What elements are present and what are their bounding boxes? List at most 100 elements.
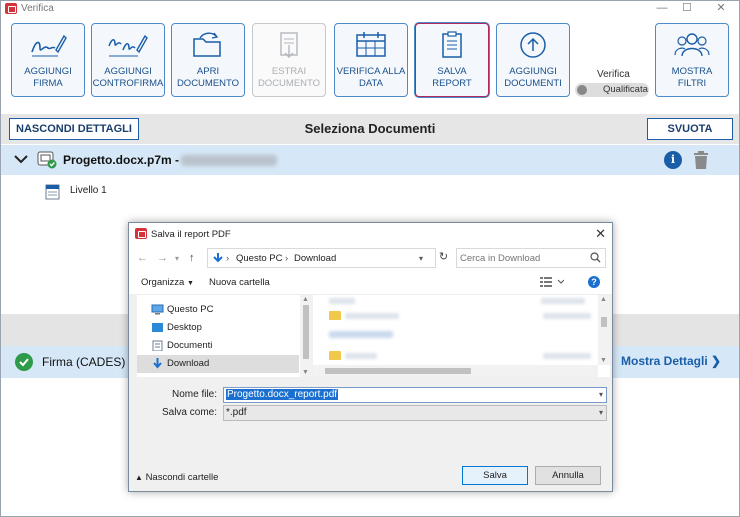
open-document-label-1: APRI — [196, 66, 220, 77]
report-icon — [442, 31, 462, 58]
download-icon — [153, 358, 162, 369]
breadcrumb-this-pc[interactable]: Questo PC — [236, 253, 282, 264]
extract-document-label-1: ESTRAI — [271, 66, 307, 77]
add-signature-button[interactable]: AGGIUNGI FIRMA — [11, 23, 85, 97]
tree-item-documents[interactable]: Documenti — [137, 337, 299, 355]
blurred-group-header — [329, 331, 393, 338]
dialog-close-button[interactable]: ✕ — [595, 226, 606, 242]
folder-icon — [329, 351, 341, 360]
dialog-title-bar: Salva il report PDF ✕ — [129, 223, 612, 245]
up-arrow-icon[interactable]: ↑ — [189, 252, 195, 264]
verify-at-date-button[interactable]: VERIFICA ALLA DATA — [334, 23, 408, 97]
file-name-combo[interactable]: Progetto.docx_report.pdf ▾ — [223, 387, 607, 403]
tree-scrollbar[interactable]: ▲ ▼ — [300, 295, 312, 377]
add-documents-button[interactable]: AGGIUNGI DOCUMENTI — [496, 23, 570, 97]
open-folder-icon — [193, 32, 221, 57]
chevron-up-icon: ▲ — [135, 473, 143, 482]
add-signature-label-2: FIRMA — [33, 78, 63, 89]
verify-at-date-label-1: VERIFICA ALLA — [336, 66, 406, 77]
scroll-up-icon[interactable]: ▲ — [302, 296, 309, 303]
document-row[interactable]: Progetto.docx.p7m - i — [1, 145, 739, 175]
file-name-label: Nome file: — [171, 389, 217, 400]
tree-item-desktop[interactable]: Desktop — [137, 319, 299, 337]
save-as-type-select[interactable]: *.pdf ▾ — [223, 405, 607, 421]
tree-item-download[interactable]: Download — [137, 355, 299, 373]
save-as-label: Salva come: — [161, 407, 217, 418]
chevron-down-icon[interactable]: ▾ — [599, 390, 603, 399]
scroll-down-icon[interactable]: ▼ — [302, 369, 309, 376]
show-filters-label-1: MOSTRA — [671, 66, 713, 77]
forward-arrow-icon[interactable]: → — [157, 252, 168, 264]
maximize-button[interactable]: ☐ — [673, 1, 701, 17]
qualificata-toggle[interactable]: Qualificata — [575, 83, 649, 97]
address-dropdown-icon[interactable]: ▾ — [419, 254, 423, 263]
show-details-link[interactable]: Mostra Dettagli ❯ — [621, 354, 721, 368]
save-report-label-1: SALVA — [437, 66, 467, 77]
tree-label: Questo PC — [167, 304, 214, 315]
search-input[interactable] — [460, 251, 585, 265]
command-bar: Organizza ▼ Nuova cartella ? — [129, 271, 612, 295]
scrollbar-thumb[interactable] — [303, 305, 309, 359]
add-signature-label-1: AGGIUNGI — [24, 66, 72, 77]
recent-dropdown-icon[interactable]: ▾ — [175, 254, 179, 263]
chevron-down-icon[interactable]: ▾ — [599, 408, 603, 417]
info-icon[interactable]: i — [664, 151, 682, 169]
open-document-button[interactable]: APRI DOCUMENTO — [171, 23, 245, 97]
breadcrumb-download[interactable]: Download — [294, 253, 336, 264]
download-folder-icon — [213, 253, 223, 263]
blurred-file-date — [543, 313, 591, 319]
toolbar: AGGIUNGI FIRMA AGGIUNGI CONTROFIRMA APRI DO… — [1, 17, 739, 101]
blurred-file-date — [543, 353, 591, 359]
section-title: Seleziona Documenti — [304, 121, 436, 136]
help-icon[interactable]: ? — [588, 276, 600, 288]
refresh-icon[interactable]: ↻ — [435, 248, 451, 268]
scroll-down-icon[interactable]: ▼ — [600, 357, 607, 364]
breadcrumb-separator-icon: › — [285, 253, 289, 264]
file-name-input[interactable]: Progetto.docx_report.pdf — [226, 389, 339, 400]
cancel-button[interactable]: Annulla — [535, 466, 601, 485]
address-bar[interactable]: › Questo PC › Download ▾ — [207, 248, 450, 268]
organize-menu[interactable]: Organizza ▼ — [141, 277, 194, 288]
folder-tree: Questo PC Desktop Documenti Download ▲ ▼ — [137, 295, 312, 377]
back-arrow-icon[interactable]: ← — [137, 252, 148, 264]
document-name: Progetto.docx.p7m - — [63, 153, 180, 167]
add-countersignature-button[interactable]: AGGIUNGI CONTROFIRMA — [91, 23, 165, 97]
search-icon — [590, 252, 601, 263]
navigation-bar: ← → ▾ ↑ › Questo PC › Download ▾ ↻ — [129, 245, 612, 271]
blurred-file-row[interactable] — [345, 353, 377, 359]
redacted-signer-name — [181, 155, 277, 166]
extract-document-button[interactable]: ESTRAI DOCUMENTO — [252, 23, 326, 97]
save-button[interactable]: Salva — [462, 466, 528, 485]
title-bar: Verifica — ☐ ✕ — [1, 1, 739, 17]
scroll-up-icon[interactable]: ▲ — [600, 296, 607, 303]
horizontal-scrollbar[interactable] — [313, 365, 598, 377]
users-icon — [674, 33, 710, 57]
trash-icon[interactable] — [692, 150, 710, 170]
file-list-scrollbar[interactable]: ▲ ▼ — [598, 295, 610, 365]
chevron-down-icon[interactable] — [13, 152, 29, 166]
save-as-type-value: *.pdf — [226, 407, 247, 418]
verify-at-date-label-2: DATA — [359, 78, 383, 89]
toggle-knob — [577, 85, 587, 95]
organize-dropdown-icon: ▼ — [186, 280, 194, 287]
add-documents-label-2: DOCUMENTI — [504, 78, 562, 89]
add-countersignature-label-1: AGGIUNGI — [104, 66, 152, 77]
scrollbar-thumb[interactable] — [325, 368, 471, 374]
save-report-button[interactable]: SALVA REPORT — [415, 23, 489, 97]
new-folder-button[interactable]: Nuova cartella — [209, 277, 270, 288]
verifica-qualificata-switch: Verifica Qualificata — [573, 65, 653, 101]
level-document-icon — [45, 184, 60, 200]
view-options-icon[interactable] — [540, 277, 564, 287]
empty-button[interactable]: SVUOTA — [647, 118, 733, 140]
scrollbar-thumb[interactable] — [601, 317, 607, 327]
show-details-text: Mostra Dettagli — [621, 354, 708, 368]
show-filters-button[interactable]: MOSTRA FILTRI — [655, 23, 729, 97]
blurred-file-row[interactable] — [345, 313, 399, 319]
computer-icon — [151, 304, 164, 315]
close-button[interactable]: ✕ — [707, 1, 735, 17]
minimize-button[interactable]: — — [648, 1, 676, 17]
hide-folders-toggle[interactable]: ▲ Nascondi cartelle — [135, 472, 218, 483]
tree-item-this-pc[interactable]: Questo PC — [137, 301, 299, 319]
level-label[interactable]: Livello 1 — [70, 185, 107, 196]
open-document-label-2: DOCUMENTO — [176, 78, 240, 89]
